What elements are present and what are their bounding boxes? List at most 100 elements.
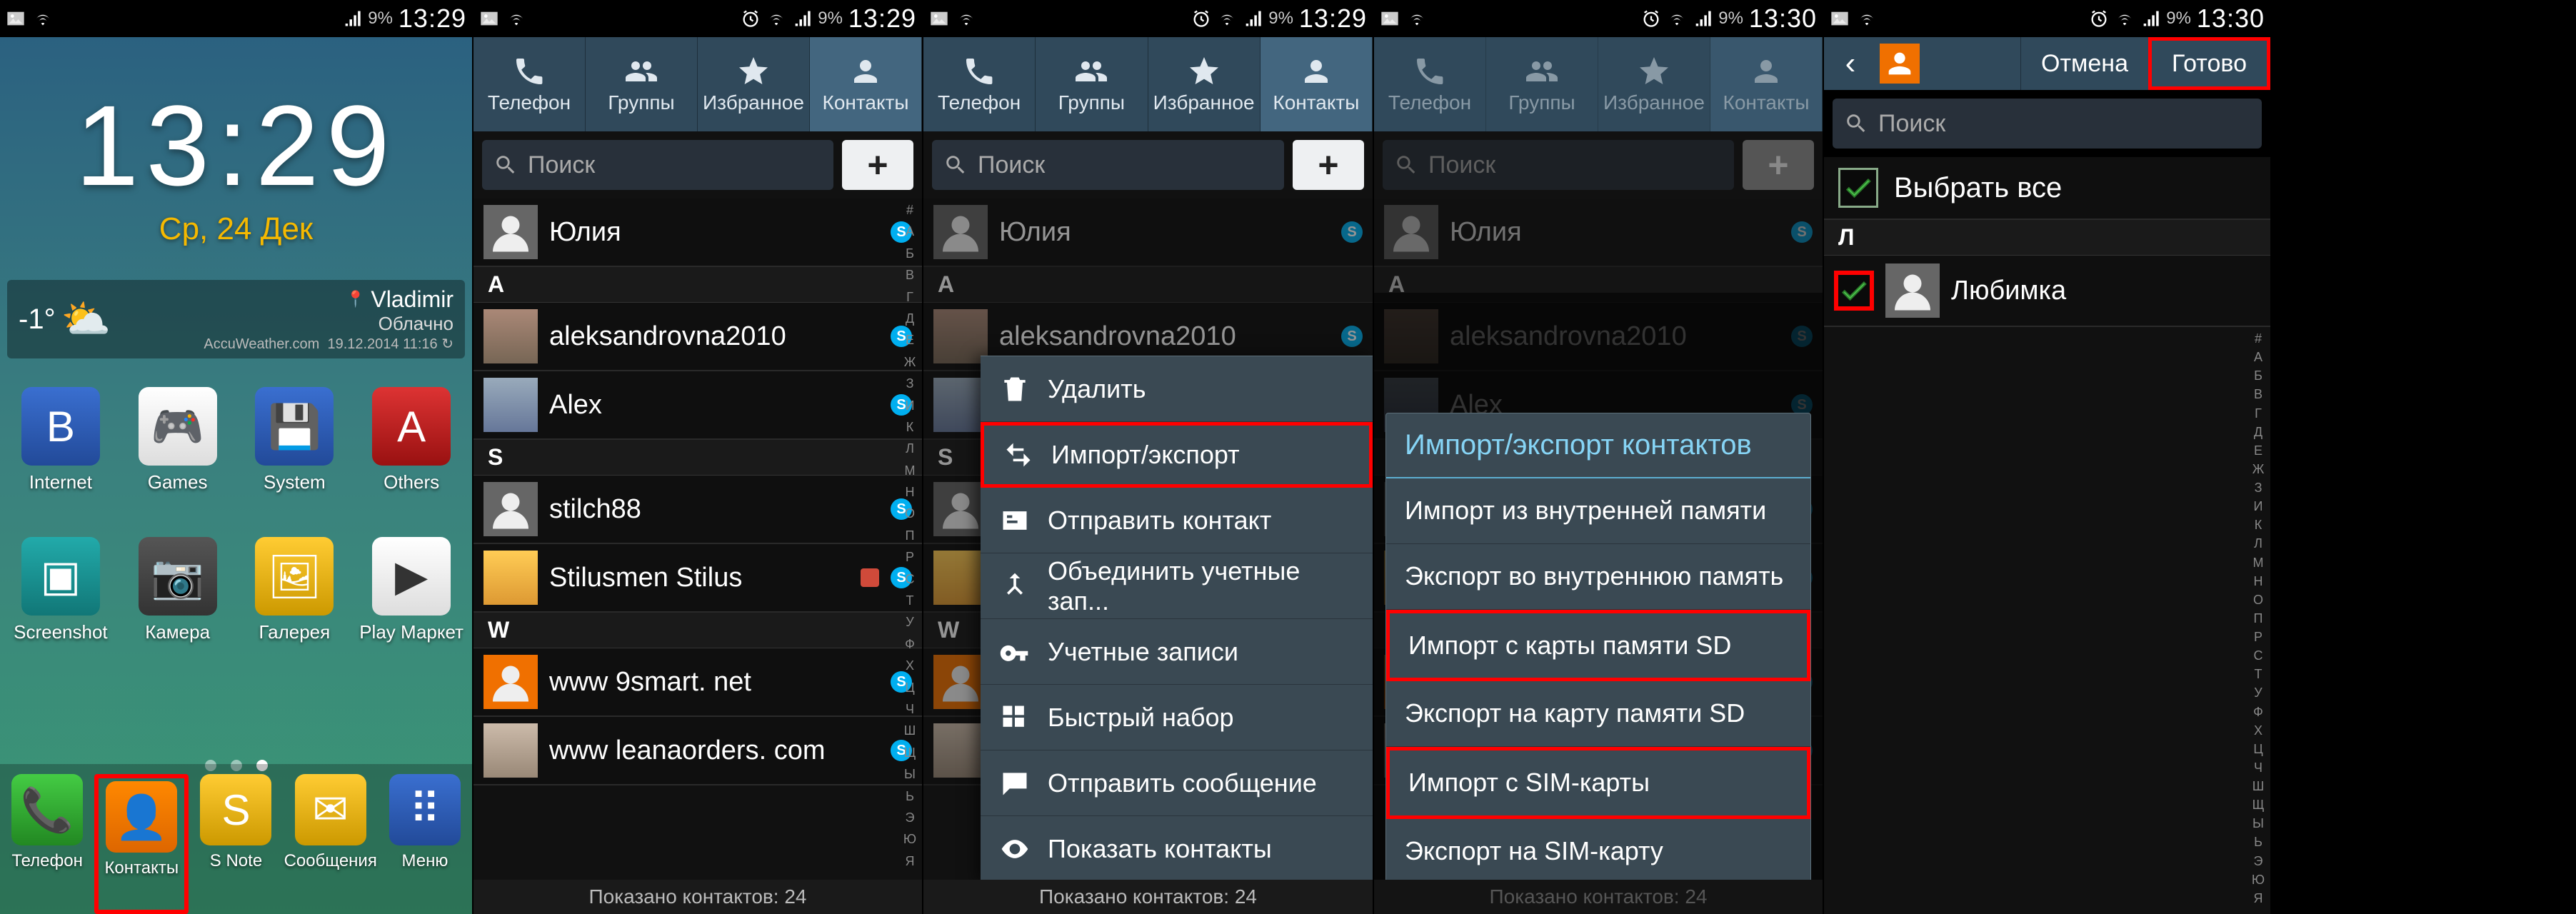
app-галерея[interactable]: 🖼Галерея [240, 537, 350, 680]
alpha-index[interactable]: #АБВГДЕЖЗИКЛМНОПРСТУФХЦЧШЩЫЬЭЮЯ [898, 199, 922, 880]
skype-icon: S [1341, 221, 1363, 243]
menu-send-message[interactable]: Отправить сообщение [981, 750, 1373, 816]
menu-speed-dial[interactable]: Быстрый набор [981, 685, 1373, 750]
menu-accounts[interactable]: Учетные записи [981, 619, 1373, 685]
menu-merge-accounts[interactable]: Объединить учетные зап... [981, 553, 1373, 619]
tab-phone[interactable]: Телефон [473, 37, 586, 131]
search-input[interactable]: Поиск [482, 140, 833, 190]
contacts-app-icon [1880, 44, 1920, 84]
contact-row[interactable]: Юлия S [1374, 199, 1823, 267]
select-all-row[interactable]: Выбрать все [1824, 157, 2270, 220]
menu-import-export[interactable]: Импорт/экспорт [981, 422, 1373, 488]
contact-name: Stilusmen Stilus [549, 563, 849, 593]
tab-favorites[interactable]: Избранное [1148, 37, 1261, 131]
skype-icon: S [1791, 221, 1813, 243]
hotseat-контакты[interactable]: 👤Контакты [94, 774, 189, 914]
signal-icon [1243, 9, 1263, 29]
wifi-icon [1217, 9, 1237, 29]
dialog-export-sd[interactable]: Экспорт на карту памяти SD [1386, 681, 1810, 747]
skype-icon: S [1341, 326, 1363, 347]
contact-row[interactable]: www 9smart. net S [473, 648, 922, 717]
contact-row[interactable]: Юлия S [473, 199, 922, 267]
back-button[interactable]: ‹ [1824, 37, 1877, 90]
avatar [933, 309, 988, 363]
weather-widget[interactable]: -1° ⛅ 📍 Vladimir Облачно AccuWeather.com… [7, 280, 465, 358]
alpha-index[interactable]: #АБВГДЕЖЗИКЛМНОПРСТУФХЦЧШЩЫЬЭЮЯ [2246, 327, 2270, 914]
screen-contacts-menu: 9% 13:29 Телефон Группы Избранное Контак… [923, 0, 1374, 914]
menu-show-contacts[interactable]: Показать контакты [981, 816, 1373, 880]
done-button[interactable]: Готово [2148, 37, 2270, 90]
contact-name: www leanaorders. com [549, 735, 879, 766]
screen-home: 9% 13:29 13:29 Ср, 24 Дек -1° ⛅ 📍 Vladim… [0, 0, 473, 914]
contact-name: aleksandrovna2010 [999, 321, 1330, 352]
dialog-export-sim[interactable]: Экспорт на SIM-карту [1386, 819, 1810, 880]
hotseat: 📞Телефон👤КонтактыSS Note✉Сообщения⠿Меню [0, 764, 472, 914]
wifi-status-icon [506, 9, 526, 29]
contact-name: www 9smart. net [549, 667, 879, 698]
contacts-list[interactable]: Юлия SA aleksandrovna2010 S Alex S S sti… [473, 199, 922, 880]
dialog-import-sim[interactable]: Импорт с SIM-карты [1386, 747, 1810, 819]
app-screenshot[interactable]: ▣Screenshot [6, 537, 116, 680]
app-play маркет[interactable]: ▶Play Маркет [356, 537, 466, 680]
tab-groups[interactable]: Группы [586, 37, 698, 131]
contact-row[interactable]: aleksandrovna2010 S [473, 303, 922, 371]
hotseat-меню[interactable]: ⠿Меню [378, 774, 472, 914]
app-games[interactable]: 🎮Games [123, 387, 233, 530]
signal-icon [342, 9, 362, 29]
alarm-icon [2089, 9, 2109, 29]
dialog-export-internal[interactable]: Экспорт во внутреннюю память [1386, 544, 1810, 610]
tab-phone[interactable]: Телефон [923, 37, 1036, 131]
contact-row[interactable]: Alex S [473, 371, 922, 440]
add-contact-button[interactable]: + [1293, 140, 1364, 190]
weather-temp: -1° [19, 303, 56, 336]
dialog-import-sd[interactable]: Импорт с карты памяти SD [1386, 610, 1810, 682]
contact-name: Юлия [1450, 217, 1780, 248]
screenshot-icon [1830, 9, 1850, 29]
tab-groups[interactable]: Группы [1036, 37, 1148, 131]
contacts-count: Показано контактов: 24 [473, 880, 922, 914]
avatar [933, 723, 988, 778]
avatar [933, 551, 988, 605]
app-system[interactable]: 💾System [240, 387, 350, 530]
contact-row[interactable]: stilch88 S [473, 476, 922, 544]
hotseat-s note[interactable]: SS Note [189, 774, 283, 914]
select-all-label: Выбрать все [1894, 172, 2062, 204]
contact-name: aleksandrovna2010 [549, 321, 879, 352]
menu-send-contact[interactable]: Отправить контакт [981, 488, 1373, 553]
tab-favorites[interactable]: Избранное [698, 37, 810, 131]
gplus-icon [861, 568, 879, 587]
menu-delete[interactable]: Удалить [981, 356, 1373, 422]
contact-row[interactable]: Любимка [1824, 256, 2270, 327]
avatar [933, 482, 988, 536]
wifi-icon [766, 9, 786, 29]
clock-widget[interactable]: 13:29 Ср, 24 Дек [75, 80, 396, 247]
search-input[interactable]: Поиск [932, 140, 1284, 190]
contact-row[interactable]: Юлия S [923, 199, 1373, 267]
signal-icon [1693, 9, 1713, 29]
app-others[interactable]: AOthers [356, 387, 466, 530]
contact-name: stilch88 [549, 494, 879, 525]
signal-icon [2140, 9, 2160, 29]
screen-contacts-list: 9% 13:29 Телефон Группы Избранное Контак… [473, 0, 923, 914]
tab-contacts[interactable]: Контакты [810, 37, 922, 131]
weather-city: Vladimir [371, 286, 453, 313]
select-all-checkbox[interactable] [1838, 168, 1878, 208]
hotseat-телефон[interactable]: 📞Телефон [0, 774, 94, 914]
contact-checkbox[interactable] [1834, 271, 1874, 311]
contact-row[interactable]: www leanaorders. com S [473, 717, 922, 785]
tab-contacts[interactable]: Контакты [1261, 37, 1373, 131]
search-icon [943, 153, 968, 177]
clock-time: 13:29 [75, 80, 396, 211]
hotseat-сообщения[interactable]: ✉Сообщения [284, 774, 378, 914]
add-contact-button[interactable]: + [842, 140, 913, 190]
contact-name: Юлия [999, 217, 1330, 248]
app-камера[interactable]: 📷Камера [123, 537, 233, 680]
dialog-import-internal[interactable]: Импорт из внутренней памяти [1386, 478, 1810, 544]
screen-select-contacts: 9% 13:30 ‹ Отмена Готово Поиск Выбрать в… [1824, 0, 2272, 914]
cancel-button[interactable]: Отмена [2020, 37, 2148, 90]
tab-phone: Телефон [1374, 37, 1486, 131]
search-input[interactable]: Поиск [1833, 99, 2262, 149]
app-internet[interactable]: BInternet [6, 387, 116, 530]
screen-import-dialog: 9% 13:30 Телефон Группы Избранное Контак… [1374, 0, 1824, 914]
contact-row[interactable]: Stilusmen Stilus S [473, 544, 922, 613]
